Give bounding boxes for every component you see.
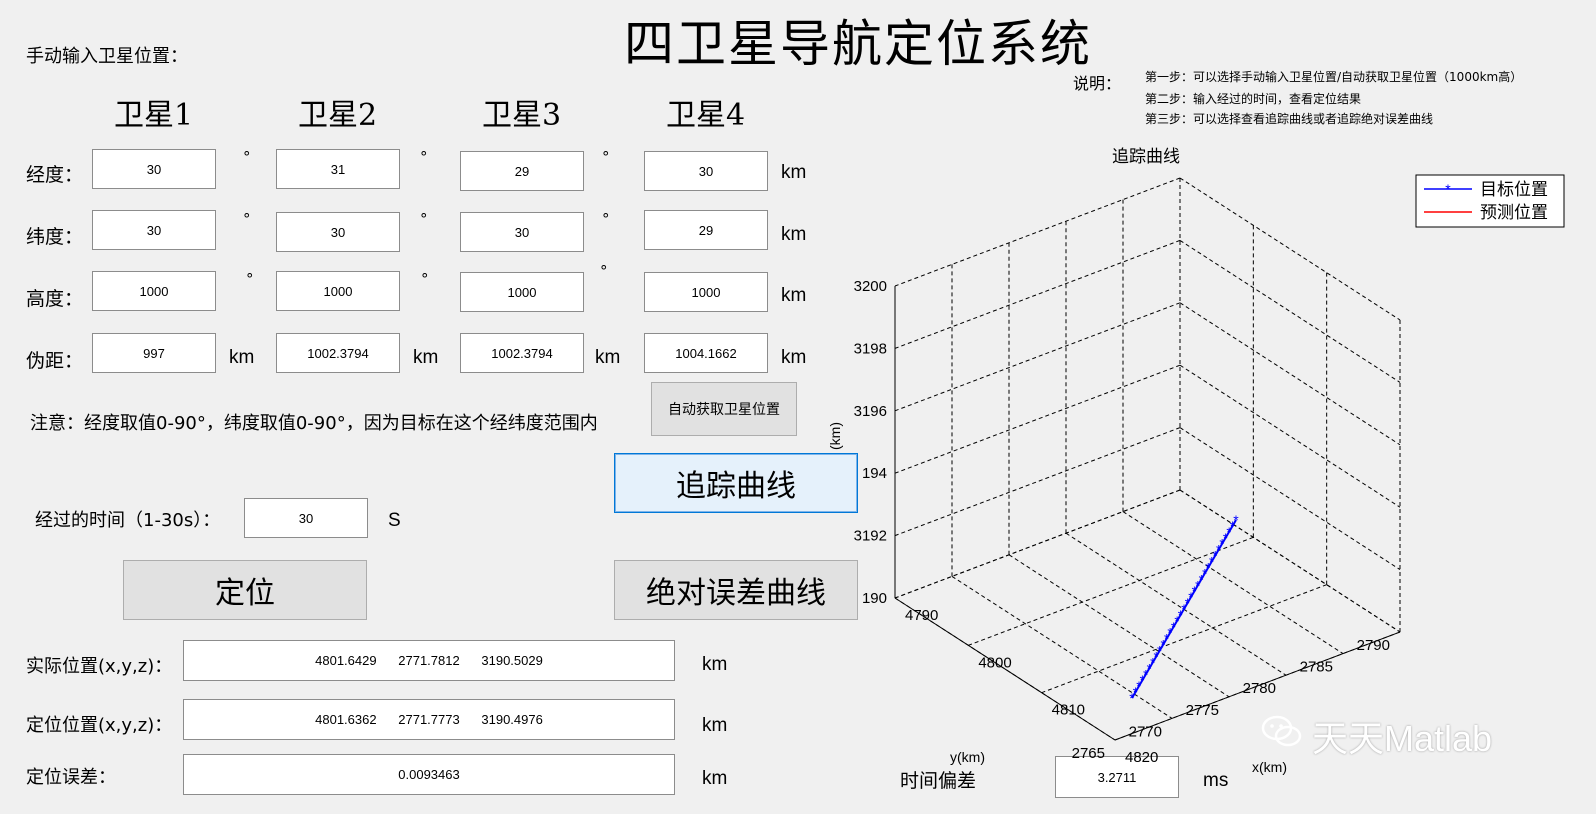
watermark: 天天Matlab: [1312, 718, 1493, 759]
x-tick-label: 4810: [1052, 702, 1085, 719]
grid-line: [894, 364, 1181, 474]
grid-line: [951, 575, 1173, 719]
chart-grid: [894, 177, 1401, 741]
x-axis-label: x(km): [1252, 759, 1287, 775]
x-tick-label: 4790: [905, 607, 938, 624]
x-tick-label: 4820: [1125, 749, 1158, 766]
z-axis-label: (km): [827, 422, 843, 450]
grid-line: [894, 489, 1181, 599]
z-tick-label: 3200: [854, 278, 887, 295]
y-tick-label: 2780: [1243, 680, 1276, 697]
chart-legend: * 目标位置 预测位置: [1415, 174, 1565, 228]
chart-title: 追踪曲线: [1112, 147, 1180, 166]
y-tick-label: 2770: [1129, 723, 1162, 740]
legend-predicted-label: 预测位置: [1480, 203, 1548, 222]
grid-line: [1179, 364, 1401, 508]
y-tick-label: 2785: [1300, 659, 1333, 676]
grid-line: [1179, 239, 1401, 383]
grid-line: [894, 427, 1181, 537]
target-position-markers: *******************************: [1129, 512, 1239, 706]
wechat-logo-icon: [1260, 712, 1304, 750]
grid-line: [1008, 554, 1230, 698]
legend-target-label: 目标位置: [1480, 180, 1548, 199]
z-tick-label: 3198: [854, 340, 887, 357]
z-tick-label: 194: [862, 465, 887, 482]
tracking-chart: 追踪曲线 190 3192 194 3196 3198 3200 4790 4800 4810 4…: [827, 147, 1565, 775]
y-axis-label: y(km): [950, 749, 985, 765]
z-tick-label: 190: [862, 590, 887, 607]
grid-line: [894, 302, 1181, 412]
chart-ticks: 190 3192 194 3196 3198 3200 4790 4800 4810 4820 27…: [854, 278, 1390, 766]
grid-line: [1065, 532, 1287, 676]
y-tick-label: 2775: [1186, 702, 1219, 719]
y-tick-label: 2765: [1072, 745, 1105, 762]
grid-line: [1179, 302, 1401, 446]
target-marker: *: [1233, 512, 1239, 528]
z-tick-label: 3196: [854, 403, 887, 420]
x-tick-label: 4800: [978, 654, 1011, 671]
grid-line: [1179, 177, 1401, 321]
legend-target-marker: *: [1445, 181, 1451, 197]
z-tick-label: 3192: [854, 528, 887, 545]
y-tick-label: 2790: [1357, 637, 1390, 654]
grid-line: [894, 239, 1181, 349]
grid-line: [894, 177, 1181, 287]
